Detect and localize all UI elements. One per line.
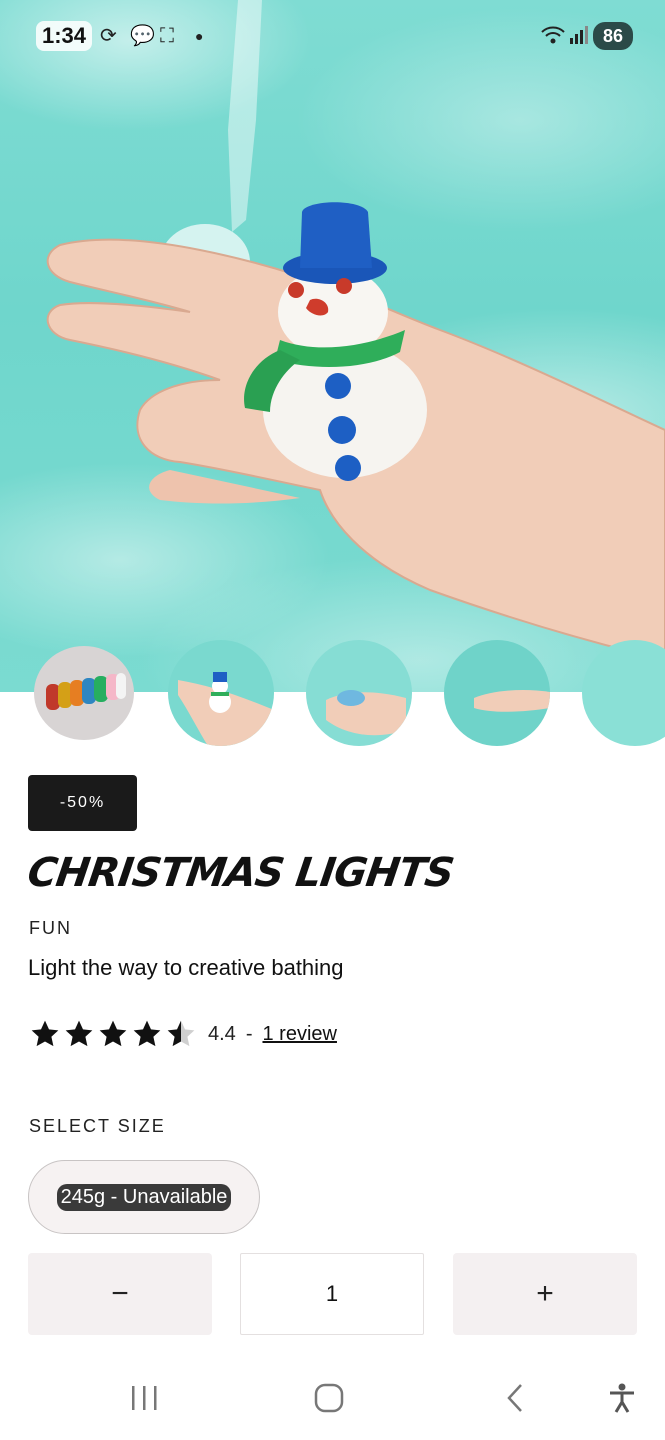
image-thumbnails [0, 640, 665, 750]
product-title: CHRISTMAS LIGHTS [24, 850, 457, 896]
battery-indicator: 86 [593, 22, 633, 50]
rating-separator: - [245, 1022, 253, 1045]
size-option-label: 245g - Unavailable [56, 1183, 232, 1211]
wifi-icon [540, 24, 566, 52]
product-category: FUN [29, 918, 72, 938]
status-time: 1:34 [36, 21, 93, 51]
recent-apps-icon[interactable] [124, 1381, 164, 1415]
half-star-icon [167, 1020, 195, 1047]
rating-row: 4.4 - 1 review [28, 1016, 337, 1052]
size-option-button[interactable]: 245g - Unavailable [28, 1160, 260, 1234]
chat-icon: 💬 [130, 25, 155, 47]
quantity-decrease-button[interactable]: − [28, 1253, 212, 1335]
thumbnail-bath-foam[interactable] [582, 640, 665, 746]
dot-icon: ● [195, 28, 204, 44]
reviews-link[interactable]: 1 review [262, 1023, 336, 1046]
quantity-increase-button[interactable]: + [453, 1253, 637, 1335]
home-icon[interactable] [309, 1381, 349, 1415]
star-icon [31, 1020, 59, 1047]
rating-value: 4.4 [208, 1022, 236, 1045]
accessibility-icon[interactable] [602, 1381, 642, 1415]
product-tagline: Light the way to creative bathing [28, 955, 344, 980]
thumbnail-hands-with-foam[interactable] [306, 640, 412, 746]
thumbnail-hand-in-water[interactable] [444, 640, 550, 746]
discount-badge: -50% [28, 775, 137, 831]
signal-icon [570, 24, 588, 50]
select-size-label: SELECT SIZE [29, 1116, 166, 1136]
back-icon[interactable] [495, 1381, 535, 1415]
star-icon [133, 1020, 161, 1047]
hero-product-image[interactable] [0, 0, 665, 692]
star-icon [65, 1020, 93, 1047]
thumbnail-snowman-in-hand[interactable] [168, 640, 274, 746]
quantity-field[interactable]: 1 [240, 1253, 424, 1335]
thumbnail-rainbow-soap[interactable] [34, 646, 134, 740]
system-nav-bar [0, 1355, 665, 1440]
status-bar: 1:34 ⟳ 💬 ⛶ ● 86 [0, 0, 665, 72]
screenshot-icon: ⛶ [160, 25, 174, 47]
star-icon [99, 1020, 127, 1047]
sync-icon: ⟳ [100, 25, 117, 47]
